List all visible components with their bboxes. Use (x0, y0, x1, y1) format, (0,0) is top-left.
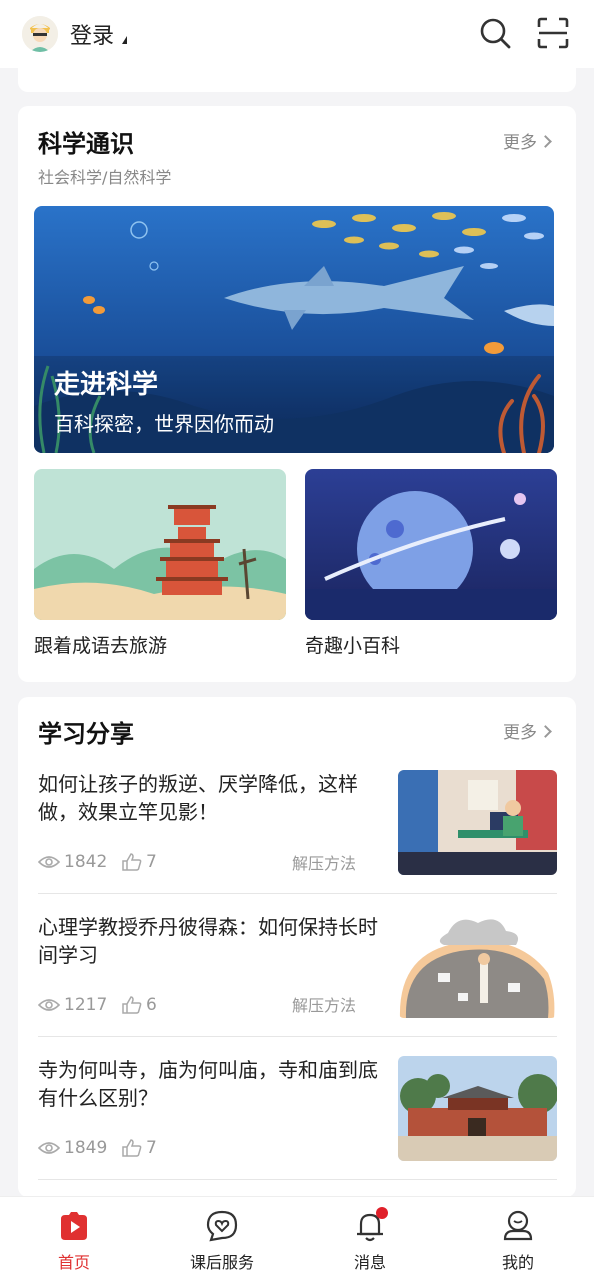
bottom-navigation: 首页 课后服务 消息 我的 (0, 1196, 594, 1280)
divider (38, 893, 557, 894)
login-link[interactable]: 登录 (70, 18, 114, 50)
scan-icon[interactable] (536, 16, 570, 50)
study-room-illustration (398, 770, 557, 875)
banner-subtitle: 百科探密，世界因你而动 (54, 412, 274, 436)
view-count-value: 1849 (64, 1138, 108, 1158)
divider (38, 1036, 557, 1037)
thumbs-up-icon (122, 996, 142, 1014)
more-label: 更多 (503, 133, 537, 153)
view-count-value: 1217 (64, 995, 108, 1015)
thumbs-up-icon (122, 1139, 142, 1157)
heart-chat-icon (206, 1210, 238, 1242)
view-count-value: 1842 (64, 852, 108, 872)
article-thumbnail[interactable] (398, 770, 557, 875)
article-title[interactable]: 寺为何叫寺，庙为何叫庙，寺和庙到底有什么区别？ (38, 1056, 378, 1112)
science-banner[interactable]: 走进科学 百科探密，世界因你而动 (34, 206, 554, 453)
view-count: 1849 (38, 1138, 107, 1158)
chevron-right-icon (539, 135, 552, 148)
like-count-value: 6 (146, 995, 157, 1015)
nav-home[interactable]: 首页 (0, 1197, 148, 1280)
home-play-icon (61, 1212, 87, 1240)
previous-section-card (18, 58, 576, 92)
article-tag: 解压方法 (292, 854, 357, 873)
nav-label: 消息 (353, 1253, 386, 1272)
article-thumbnail[interactable] (398, 913, 557, 1018)
login-dropdown-caret-icon[interactable] (122, 36, 127, 44)
science-more-link[interactable]: 更多 (503, 128, 552, 153)
user-avatar[interactable] (22, 16, 58, 52)
like-count-value: 7 (146, 852, 157, 872)
fun-encyclopedia-label[interactable]: 奇趣小百科 (305, 631, 400, 658)
avatar-icon (22, 16, 58, 52)
planet-illustration (305, 469, 557, 620)
fun-encyclopedia-thumbnail[interactable] (305, 469, 557, 620)
article-title[interactable]: 如何让孩子的叛逆、厌学降低，这样做，效果立竿见影！ (38, 770, 378, 826)
eye-icon (38, 999, 60, 1011)
nav-messages[interactable]: 消息 (296, 1197, 444, 1280)
article-tag: 解压方法 (292, 996, 357, 1015)
user-icon (503, 1210, 533, 1241)
more-label: 更多 (503, 723, 537, 743)
learning-section-title: 学习分享 (38, 720, 134, 748)
divider (38, 1179, 557, 1180)
view-count: 1217 (38, 995, 107, 1015)
temple-photo (398, 1056, 557, 1161)
like-count-value: 7 (146, 1138, 157, 1158)
like-count[interactable]: 6 (122, 995, 157, 1015)
notification-dot (376, 1207, 388, 1219)
nav-label: 首页 (57, 1253, 90, 1272)
view-count: 1842 (38, 852, 107, 872)
eye-icon (38, 1142, 60, 1154)
idiom-travel-thumbnail[interactable] (34, 469, 286, 620)
nav-label: 课后服务 (189, 1253, 254, 1272)
thinking-person-illustration (398, 913, 557, 1018)
article-title[interactable]: 心理学教授乔丹彼得森：如何保持长时间学习 (38, 913, 378, 969)
banner-title: 走进科学 (54, 370, 159, 400)
nav-after-school-service[interactable]: 课后服务 (148, 1197, 296, 1280)
like-count[interactable]: 7 (122, 1138, 157, 1158)
search-icon[interactable] (478, 16, 512, 50)
thumbs-up-icon (122, 853, 142, 871)
nav-profile[interactable]: 我的 (444, 1197, 592, 1280)
eye-icon (38, 856, 60, 868)
chevron-right-icon (539, 725, 552, 738)
article-thumbnail[interactable] (398, 1056, 557, 1161)
learning-more-link[interactable]: 更多 (503, 718, 552, 743)
nav-label: 我的 (501, 1253, 534, 1272)
pagoda-illustration (34, 469, 286, 620)
science-section-title: 科学通识 (38, 130, 134, 158)
idiom-travel-label[interactable]: 跟着成语去旅游 (34, 631, 167, 658)
like-count[interactable]: 7 (122, 852, 157, 872)
science-section-subtitle: 社会科学/自然科学 (38, 168, 172, 187)
